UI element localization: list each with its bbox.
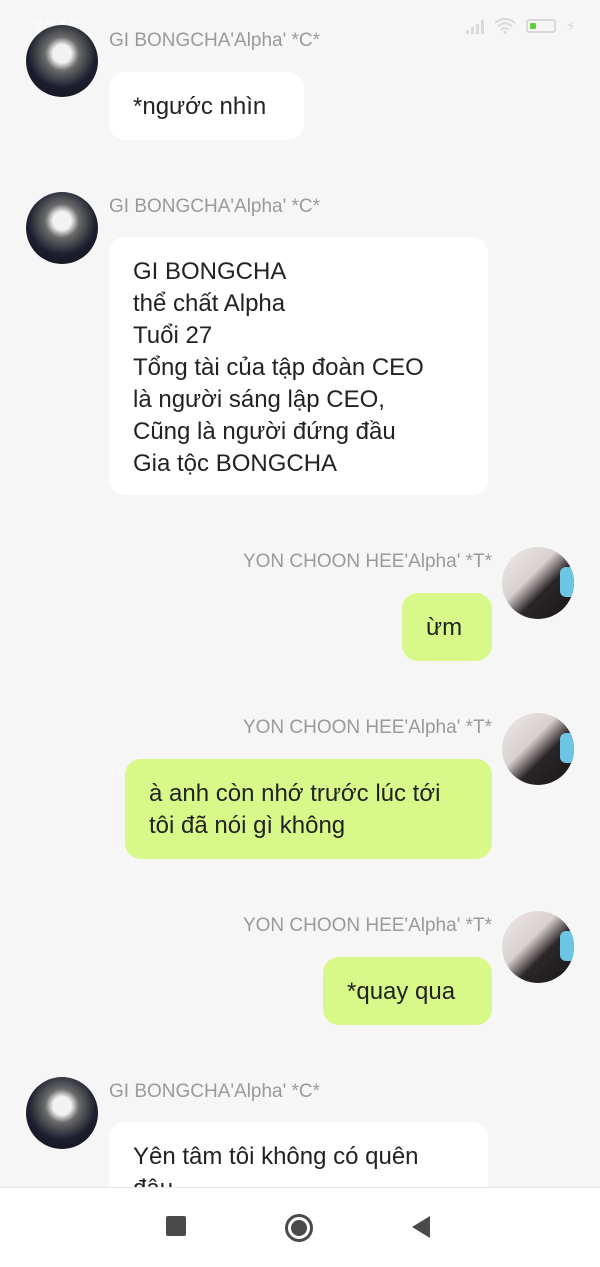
avatar-gi-bongcha[interactable] (26, 192, 98, 264)
sender-name: GI BONGCHA'Alpha' *C* (109, 1081, 321, 1102)
message-text: ừm (426, 614, 463, 641)
message-text: Tuổi 27 (133, 322, 213, 349)
message-bubble[interactable]: Yên tâm tôi không có quên đâu (109, 1122, 488, 1187)
message-text: *quay qua (347, 978, 456, 1005)
chat-area[interactable]: GI BONGCHA'Alpha' *C* *ngước nhìn GI BON… (0, 0, 600, 1187)
avatar-yon-choon-hee[interactable] (502, 911, 574, 983)
message-bubble[interactable]: *quay qua (323, 957, 492, 1025)
message-text: đâu (133, 1173, 464, 1187)
sender-name: GI BONGCHA'Alpha' *C* (109, 30, 321, 51)
navigation-bar (0, 1187, 600, 1267)
message-text: Yên tâm tôi không có quên (133, 1143, 419, 1170)
message-text: Tổng tài của tập đoàn CEO (133, 354, 424, 381)
avatar-gi-bongcha[interactable] (26, 1077, 98, 1149)
sender-name: YON CHOON HEE'Alpha' *T* (242, 915, 492, 936)
message-bubble[interactable]: ừm (402, 593, 492, 661)
message-bubble[interactable]: *ngước nhìn (109, 72, 304, 140)
back-icon[interactable] (410, 1214, 438, 1242)
message-text: Cũng là người đứng đầu (133, 418, 396, 445)
sender-name: YON CHOON HEE'Alpha' *T* (242, 551, 492, 572)
message-text: *ngước nhìn (133, 93, 267, 120)
avatar-yon-choon-hee[interactable] (502, 547, 574, 619)
sender-name: YON CHOON HEE'Alpha' *T* (242, 717, 492, 738)
message-text: Gia tộc BONGCHA (133, 450, 338, 477)
message-text: là người sáng lập CEO, (133, 386, 385, 413)
recent-apps-icon[interactable] (165, 1214, 193, 1242)
sender-name: GI BONGCHA'Alpha' *C* (109, 196, 321, 217)
message-text: thể chất Alpha (133, 290, 286, 317)
message-text: à anh còn nhớ trước lúc tới (149, 780, 441, 807)
message-bubble[interactable]: GI BONGCHA thể chất Alpha Tuổi 27 Tổng t… (109, 237, 488, 495)
message-text: GI BONGCHA (133, 258, 287, 285)
message-text: tôi đã nói gì không (149, 812, 346, 839)
avatar-gi-bongcha[interactable] (26, 25, 98, 97)
home-icon[interactable] (285, 1214, 313, 1242)
message-bubble[interactable]: à anh còn nhớ trước lúc tới tôi đã nói g… (125, 759, 492, 859)
avatar-yon-choon-hee[interactable] (502, 713, 574, 785)
